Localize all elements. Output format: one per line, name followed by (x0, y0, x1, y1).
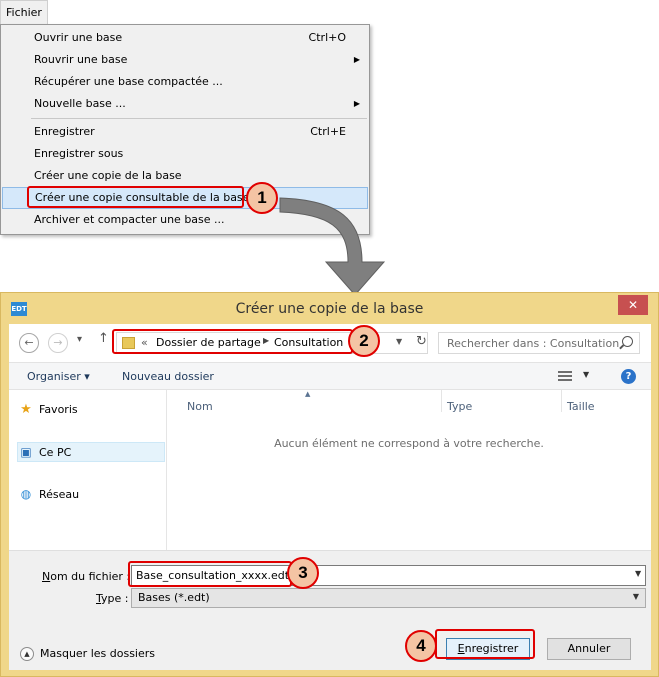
column-divider[interactable] (441, 390, 442, 412)
step-badge-4: 4 (405, 630, 437, 662)
file-list[interactable]: ▲ Nom Type Taille Aucun élément ne corre… (167, 390, 651, 550)
sort-ascending-icon: ▲ (305, 390, 311, 398)
command-toolbar: Organiser ▾ Nouveau dossier ▼ ? (9, 362, 651, 390)
computer-icon: ▣ (20, 445, 32, 459)
refresh-button[interactable]: ↻ (416, 334, 427, 349)
dialog-footer: Nom du fichier : ▼ Type : Bases (*.edt) … (9, 550, 651, 670)
file-name-dropdown-button[interactable]: ▼ (635, 569, 641, 578)
file-type-label-text: ype : (101, 592, 129, 605)
empty-list-message: Aucun élément ne correspond à votre rech… (274, 437, 544, 450)
search-input[interactable]: Rechercher dans : Consultation (438, 332, 640, 354)
back-button[interactable]: ← (19, 333, 39, 353)
step-badge-3: 3 (287, 557, 319, 589)
column-header-taille[interactable]: Taille (567, 400, 595, 413)
dialog-title: Créer une copie de la base (235, 301, 424, 317)
search-placeholder: Rechercher dans : Consultation (447, 337, 620, 350)
file-type-select[interactable]: Bases (*.edt) ▼ (131, 588, 646, 608)
nav-item-label: Réseau (39, 488, 80, 501)
chevron-down-icon: ▼ (632, 592, 639, 601)
column-header-type[interactable]: Type (447, 400, 472, 413)
nav-item-label: Favoris (39, 403, 78, 416)
new-folder-button[interactable]: Nouveau dossier (122, 370, 214, 383)
file-name-label: Nom du fichier : (42, 570, 130, 583)
hide-folders-toggle[interactable]: ▲ Masquer les dossiers (20, 647, 155, 661)
recent-locations-button[interactable]: ▾ (77, 334, 82, 345)
nav-item-label: Ce PC (39, 446, 72, 459)
highlight-box-save (435, 629, 535, 659)
file-name-label-text: om du fichier : (50, 570, 131, 583)
close-button[interactable]: ✕ (618, 295, 648, 315)
star-icon: ★ (20, 402, 32, 417)
hide-folders-label: Masquer les dossiers (40, 647, 156, 660)
address-dropdown-button[interactable]: ▼ (396, 337, 402, 346)
nav-item-reseau[interactable]: ◍ Réseau (19, 484, 79, 504)
step-badge-2: 2 (348, 325, 380, 357)
highlight-box-filename (128, 561, 292, 587)
help-icon[interactable]: ? (621, 369, 636, 384)
navigation-pane: ★ Favoris ▣ Ce PC ◍ Réseau (9, 390, 167, 550)
forward-button[interactable]: → (48, 333, 68, 353)
cancel-button[interactable]: Annuler (547, 638, 631, 660)
network-icon: ◍ (20, 487, 32, 501)
highlight-box-address (112, 329, 353, 354)
up-button[interactable]: ↑ (98, 331, 109, 346)
file-type-value: Bases (*.edt) (138, 591, 210, 604)
collapse-icon: ▲ (20, 647, 34, 661)
column-header-nom[interactable]: Nom (187, 400, 213, 413)
organiser-button[interactable]: Organiser ▾ (27, 370, 90, 383)
view-options-icon[interactable] (558, 371, 572, 382)
nav-item-ce-pc[interactable]: ▣ Ce PC (19, 442, 71, 462)
column-divider[interactable] (561, 390, 562, 412)
dialog-titlebar[interactable]: EDT Créer une copie de la base ✕ (1, 293, 658, 324)
view-dropdown-button[interactable]: ▼ (583, 370, 589, 379)
dialog-client: ← → ▾ ↑ « Dossier de partage ▶ Consultat… (9, 324, 651, 670)
file-name-label-accesskey: N (42, 570, 51, 583)
search-icon[interactable] (622, 336, 633, 347)
nav-item-favoris[interactable]: ★ Favoris (19, 400, 78, 420)
file-type-label: Type : (96, 592, 128, 605)
